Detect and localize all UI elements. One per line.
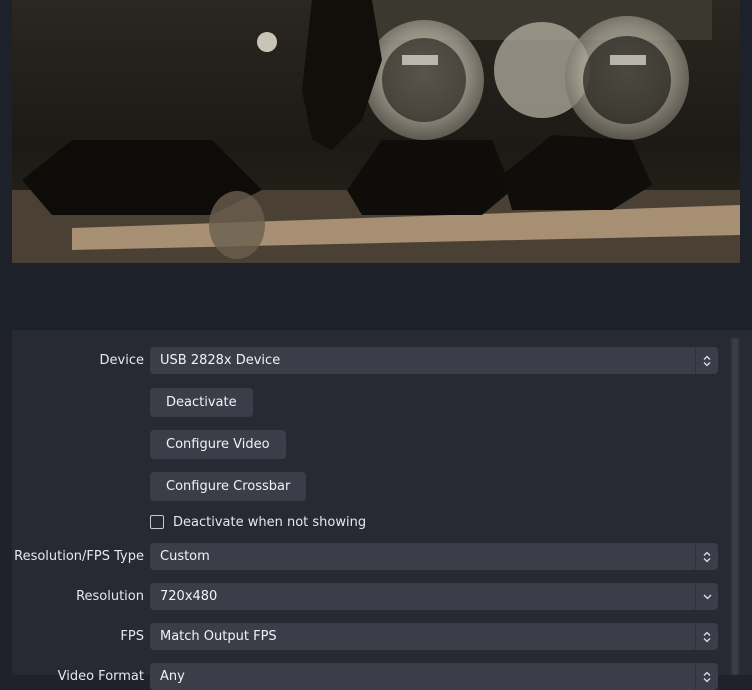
video-format-label: Video Format xyxy=(57,669,144,684)
fps-value: Match Output FPS xyxy=(160,629,277,644)
resolution-fps-type-value: Custom xyxy=(160,549,210,564)
video-format-select[interactable]: Any xyxy=(150,663,718,690)
resolution-fps-type-label: Resolution/FPS Type xyxy=(14,549,144,564)
preview-area xyxy=(0,0,752,330)
resolution-label: Resolution xyxy=(76,589,144,604)
deactivate-when-not-showing-label: Deactivate when not showing xyxy=(173,514,367,530)
video-format-value: Any xyxy=(160,669,185,684)
device-select[interactable]: USB 2828x Device xyxy=(150,347,718,374)
deactivate-when-not-showing-checkbox[interactable] xyxy=(150,515,164,529)
updown-arrows-icon xyxy=(695,543,718,570)
scrollbar-thumb[interactable] xyxy=(732,338,738,675)
configure-crossbar-button[interactable]: Configure Crossbar xyxy=(150,472,307,501)
properties-scrollbar[interactable] xyxy=(730,338,740,675)
configure-video-button[interactable]: Configure Video xyxy=(150,430,286,459)
updown-arrows-icon xyxy=(695,347,718,374)
updown-arrows-icon xyxy=(695,663,718,690)
concert-video-frame xyxy=(12,0,740,263)
device-label: Device xyxy=(99,353,144,368)
deactivate-when-not-showing-row[interactable]: Deactivate when not showing xyxy=(150,513,366,531)
resolution-value: 720x480 xyxy=(160,589,218,604)
chevron-down-icon xyxy=(695,583,718,610)
updown-arrows-icon xyxy=(695,623,718,650)
video-preview xyxy=(12,0,740,263)
deactivate-button[interactable]: Deactivate xyxy=(150,388,253,417)
resolution-fps-type-select[interactable]: Custom xyxy=(150,543,718,570)
fps-label: FPS xyxy=(120,629,144,644)
resolution-select[interactable]: 720x480 xyxy=(150,583,718,610)
fps-select[interactable]: Match Output FPS xyxy=(150,623,718,650)
device-value: USB 2828x Device xyxy=(160,353,281,368)
